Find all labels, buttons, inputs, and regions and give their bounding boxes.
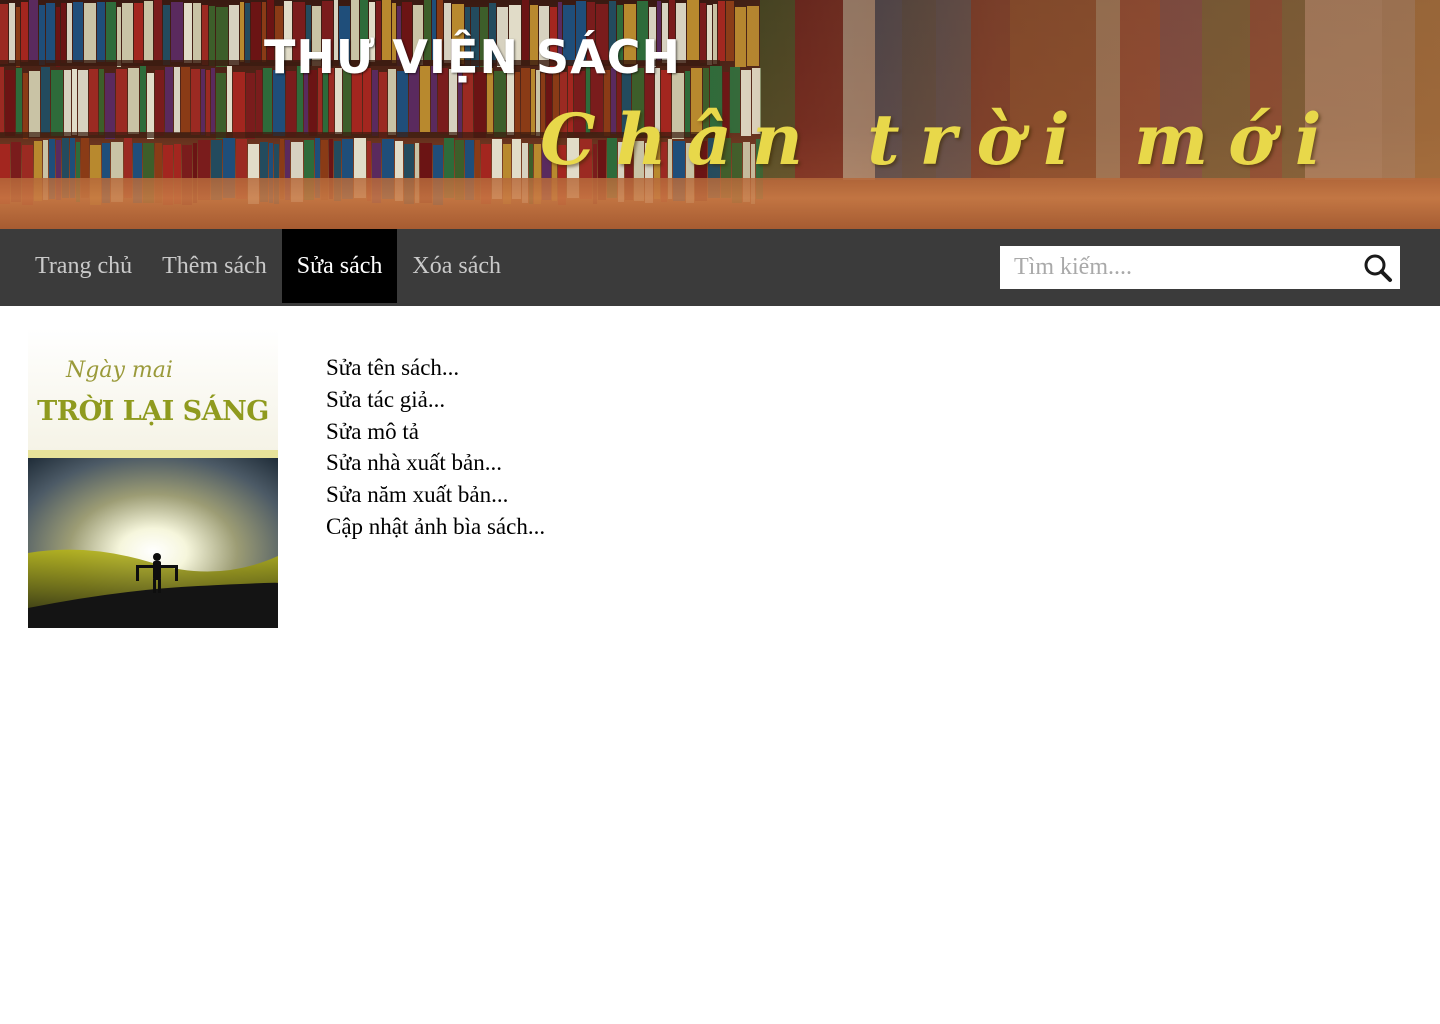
nav-item-edit-book[interactable]: Sửa sách bbox=[281, 229, 398, 303]
book-spine bbox=[246, 73, 255, 139]
book-spine bbox=[64, 70, 71, 136]
book-cover-image: Ngày mai TRỜI LẠI SÁNG bbox=[28, 328, 278, 628]
book-spine bbox=[240, 2, 244, 62]
book-spine bbox=[106, 2, 116, 62]
book-spine bbox=[46, 3, 55, 63]
book-spine bbox=[155, 70, 164, 136]
book-spine bbox=[163, 5, 170, 65]
site-slogan: Chân trời mới bbox=[540, 98, 1342, 181]
book-spine bbox=[0, 4, 8, 64]
book-spine bbox=[51, 70, 63, 136]
book-spine bbox=[147, 73, 154, 139]
book-spine bbox=[216, 73, 226, 139]
book-spine bbox=[117, 7, 121, 67]
cover-photo-sunrise bbox=[28, 458, 278, 628]
book-spine bbox=[209, 6, 215, 66]
book-spine bbox=[73, 2, 83, 62]
cover-band bbox=[28, 450, 278, 458]
book-spine bbox=[191, 69, 200, 135]
book-spine bbox=[216, 7, 228, 67]
book-spine bbox=[99, 69, 104, 135]
cover-script-title: Ngày mai bbox=[66, 358, 173, 383]
edit-description-option[interactable]: Sửa mô tả bbox=[326, 416, 545, 448]
book-spine bbox=[0, 67, 4, 133]
nav-menu: Trang chủ Thêm sách Sửa sách Xóa sách bbox=[20, 229, 516, 303]
main-navbar: Trang chủ Thêm sách Sửa sách Xóa sách bbox=[0, 229, 1440, 306]
book-spine bbox=[144, 1, 153, 61]
cover-top-panel bbox=[28, 328, 278, 452]
book-spine bbox=[134, 3, 143, 63]
book-spine bbox=[122, 3, 133, 63]
banner-shelf bbox=[0, 178, 1440, 229]
book-spine bbox=[140, 66, 146, 132]
book-spine bbox=[128, 68, 139, 134]
search-box bbox=[1000, 246, 1400, 289]
book-spine bbox=[21, 2, 28, 62]
book-spine bbox=[89, 69, 98, 135]
nav-item-add-book[interactable]: Thêm sách bbox=[147, 229, 282, 303]
book-spine bbox=[233, 72, 245, 138]
edit-publisher-option[interactable]: Sửa nhà xuất bản... bbox=[326, 447, 545, 479]
book-spine bbox=[227, 66, 232, 132]
book-spine bbox=[29, 0, 38, 60]
book-spine bbox=[184, 3, 192, 63]
nav-item-delete-book[interactable]: Xóa sách bbox=[397, 229, 516, 303]
book-spine bbox=[105, 73, 115, 139]
book-spine bbox=[9, 3, 15, 63]
book-spine bbox=[206, 70, 210, 136]
book-spine bbox=[245, 3, 250, 63]
book-spine bbox=[61, 3, 66, 63]
book-spine bbox=[201, 69, 205, 135]
book-spine bbox=[84, 3, 96, 63]
book-spine bbox=[5, 70, 15, 136]
book-spine bbox=[687, 0, 699, 60]
book-spine bbox=[16, 68, 22, 134]
book-spine bbox=[202, 5, 208, 65]
edit-author-option[interactable]: Sửa tác giả... bbox=[326, 384, 545, 416]
edit-publish-year-option[interactable]: Sửa năm xuất bản... bbox=[326, 479, 545, 511]
book-spine bbox=[16, 7, 20, 67]
book-spine bbox=[211, 68, 215, 134]
header-banner: THƯ VIỆN SÁCH Chân trời mới bbox=[0, 0, 1440, 229]
book-spine bbox=[39, 5, 45, 65]
book-spine bbox=[72, 69, 77, 135]
book-spine bbox=[251, 2, 261, 62]
search-input[interactable] bbox=[1000, 246, 1356, 289]
book-spine bbox=[78, 70, 88, 136]
book-spine bbox=[256, 70, 262, 136]
book-spine bbox=[23, 73, 28, 139]
book-spine bbox=[41, 67, 50, 133]
update-cover-option[interactable]: Cập nhật ảnh bìa sách... bbox=[326, 511, 545, 543]
book-spine bbox=[165, 67, 173, 133]
search-icon[interactable] bbox=[1356, 246, 1400, 289]
book-spine bbox=[29, 71, 40, 137]
book-spine bbox=[174, 67, 180, 133]
book-spine bbox=[97, 2, 105, 62]
book-spine bbox=[193, 3, 201, 63]
book-spine bbox=[67, 3, 72, 63]
book-spine bbox=[154, 0, 162, 60]
book-spine bbox=[171, 2, 183, 62]
book-spine bbox=[229, 5, 239, 65]
edit-options-list: Sửa tên sách... Sửa tác giả... Sửa mô tả… bbox=[326, 352, 545, 543]
book-spine bbox=[116, 69, 127, 135]
cover-main-title: TRỜI LẠI SÁNG bbox=[37, 396, 269, 427]
edit-title-option[interactable]: Sửa tên sách... bbox=[326, 352, 545, 384]
book-spine bbox=[56, 7, 60, 67]
book-spine bbox=[181, 67, 190, 133]
nav-item-home[interactable]: Trang chủ bbox=[20, 229, 147, 303]
site-title: THƯ VIỆN SÁCH bbox=[264, 30, 681, 84]
